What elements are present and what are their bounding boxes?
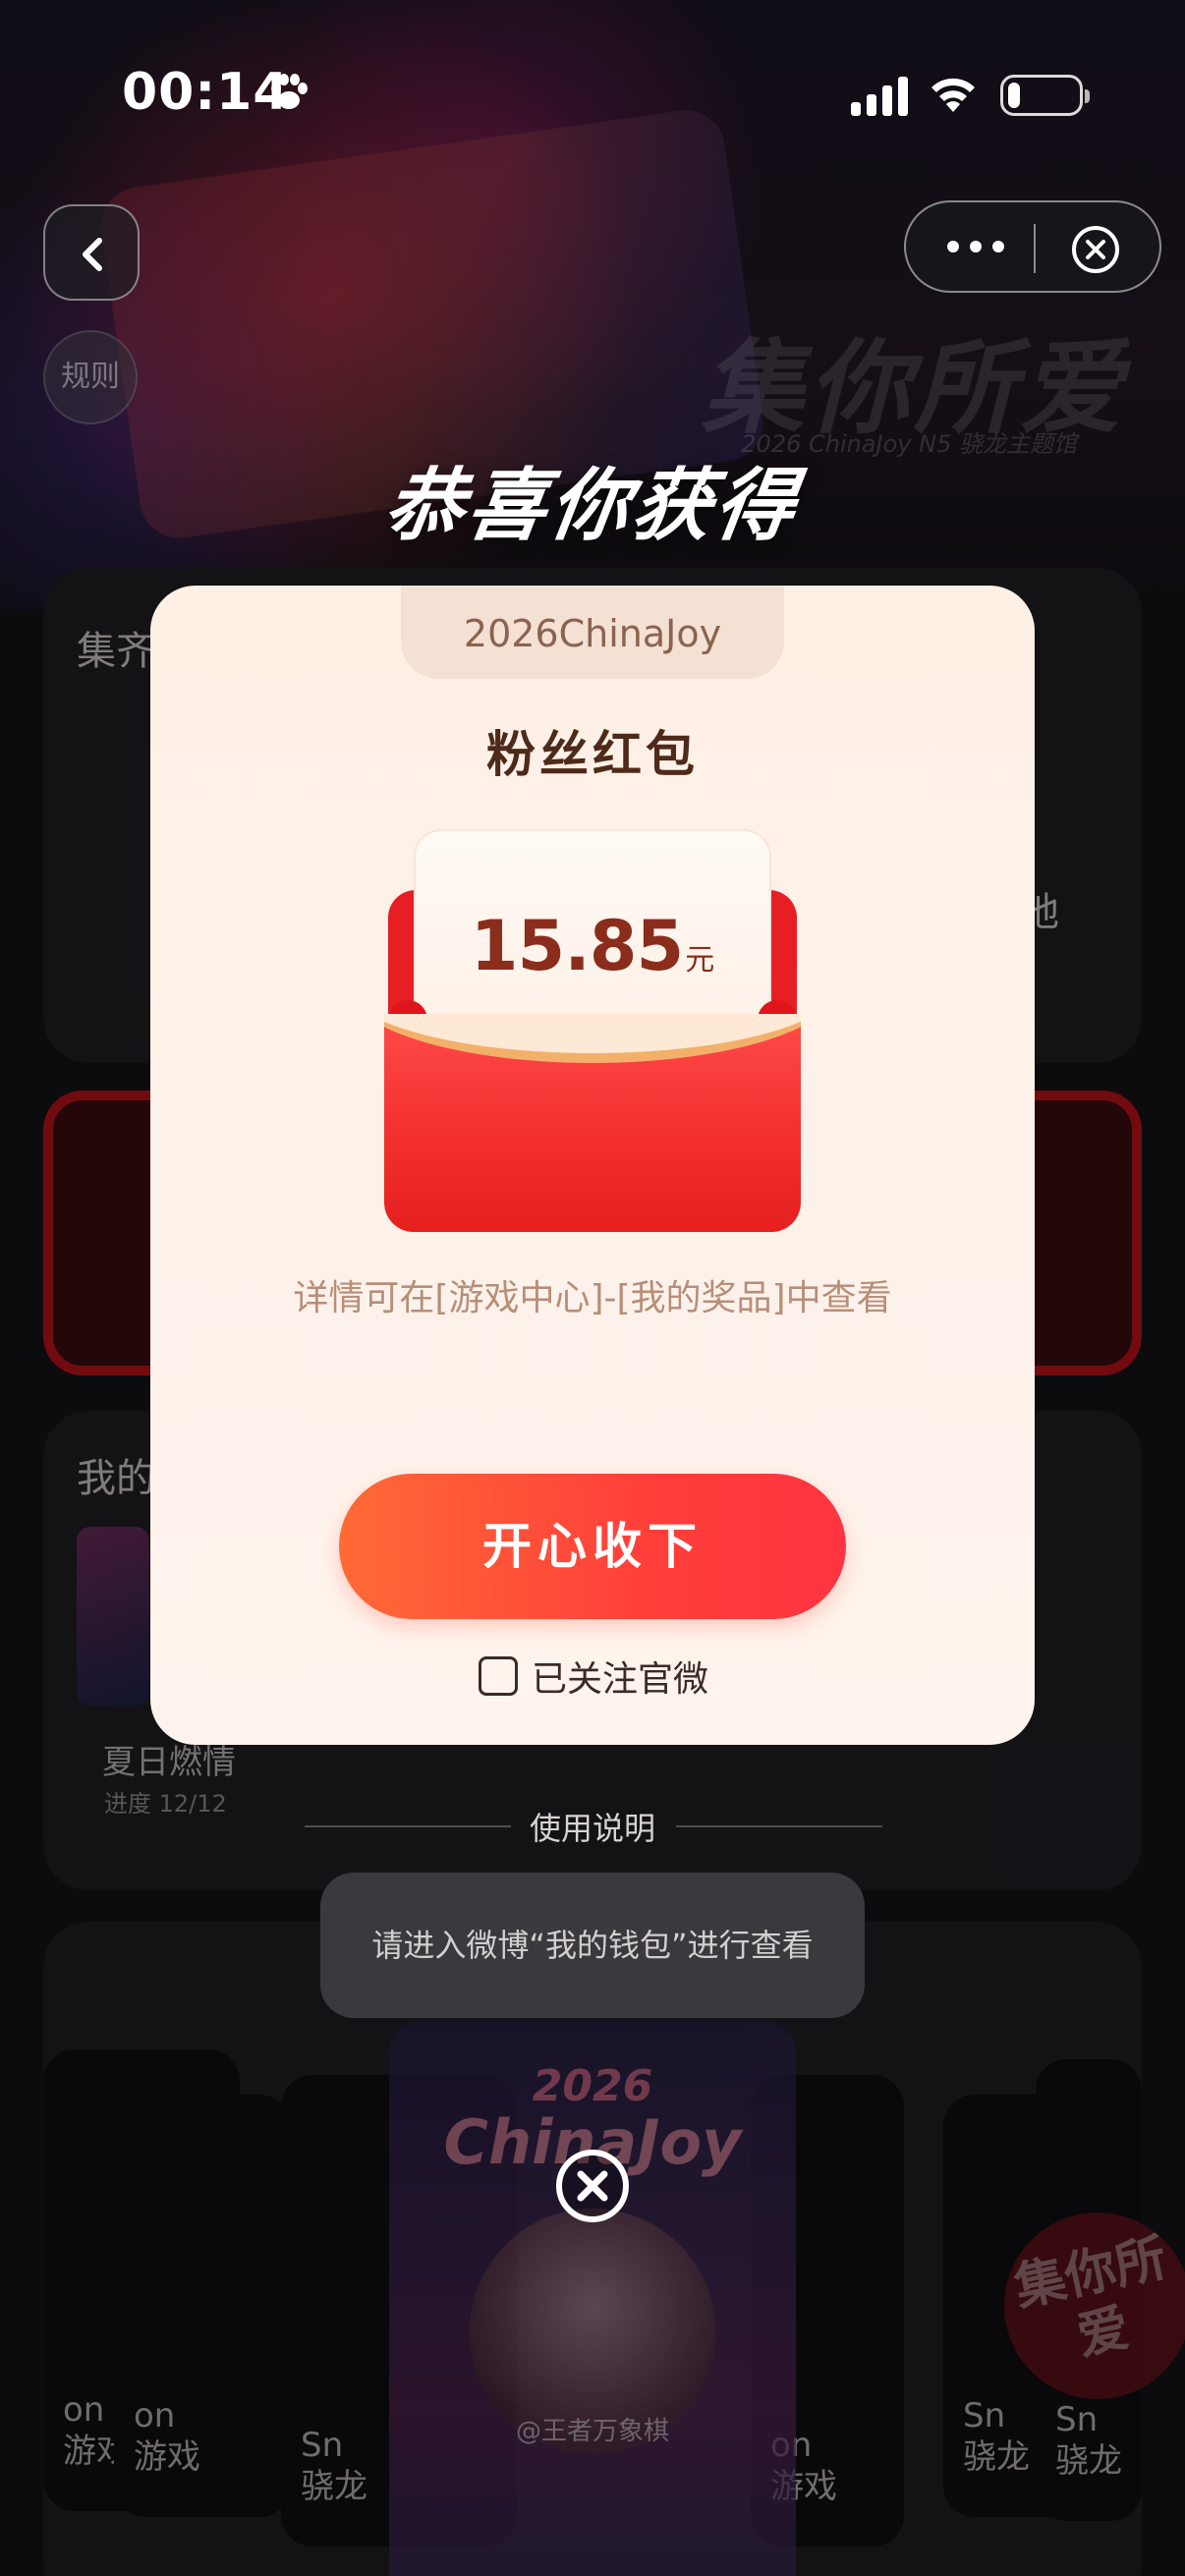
status-time: 00:14 xyxy=(122,63,290,122)
follow-checkbox[interactable] xyxy=(479,1656,518,1696)
battery-icon xyxy=(1000,75,1090,116)
amount-unit: 元 xyxy=(685,943,715,978)
event-poster: 2026 ChinaJoy @王者万象棋 xyxy=(389,2022,796,2576)
poster-handle: @王者万象棋 xyxy=(515,2417,669,2446)
accept-button[interactable]: 开心收下 xyxy=(339,1474,846,1619)
envelope-front xyxy=(384,1014,801,1232)
cellular-signal-icon xyxy=(851,77,908,116)
congrats-title: 恭喜你获得 xyxy=(378,460,805,551)
usage-label: 使用说明 xyxy=(529,1810,655,1847)
chevron-left-icon xyxy=(83,238,102,271)
toast-message: 请进入微博“我的钱包”进行查看 xyxy=(320,1873,865,2018)
capsule-divider xyxy=(1034,224,1036,273)
close-miniprogram-icon[interactable] xyxy=(1070,224,1121,275)
rules-button[interactable]: 规则 xyxy=(43,330,138,424)
divider-right xyxy=(676,1825,882,1827)
divider-left xyxy=(305,1825,511,1827)
status-bar: 00:14 xyxy=(0,0,1185,187)
amount-value: 15.85 xyxy=(470,906,684,986)
wifi-icon xyxy=(931,78,975,112)
prize-amount: 15.85元 xyxy=(414,906,771,986)
red-envelope: 15.85元 xyxy=(384,829,801,1232)
close-modal-icon[interactable] xyxy=(554,2148,631,2224)
miniprogram-capsule xyxy=(904,200,1161,293)
event-tag: 2026ChinaJoy xyxy=(401,586,784,679)
back-button[interactable] xyxy=(43,204,140,301)
follow-checkbox-row[interactable]: 已关注官微 xyxy=(479,1654,708,1700)
paw-icon xyxy=(271,74,308,109)
poster-year: 2026 xyxy=(532,2061,653,2111)
more-icon[interactable] xyxy=(943,230,1008,263)
reward-modal: 2026ChinaJoy 粉丝红包 15.85元 详情可在[游戏中心]-[我的奖… xyxy=(150,586,1035,1745)
prize-name: 粉丝红包 xyxy=(486,726,699,783)
usage-instructions: 使用说明 xyxy=(0,1804,1185,1849)
follow-label[interactable]: 已关注官微 xyxy=(532,1651,708,1702)
prize-hint: 详情可在[游戏中心]-[我的奖品]中查看 xyxy=(293,1278,892,1318)
